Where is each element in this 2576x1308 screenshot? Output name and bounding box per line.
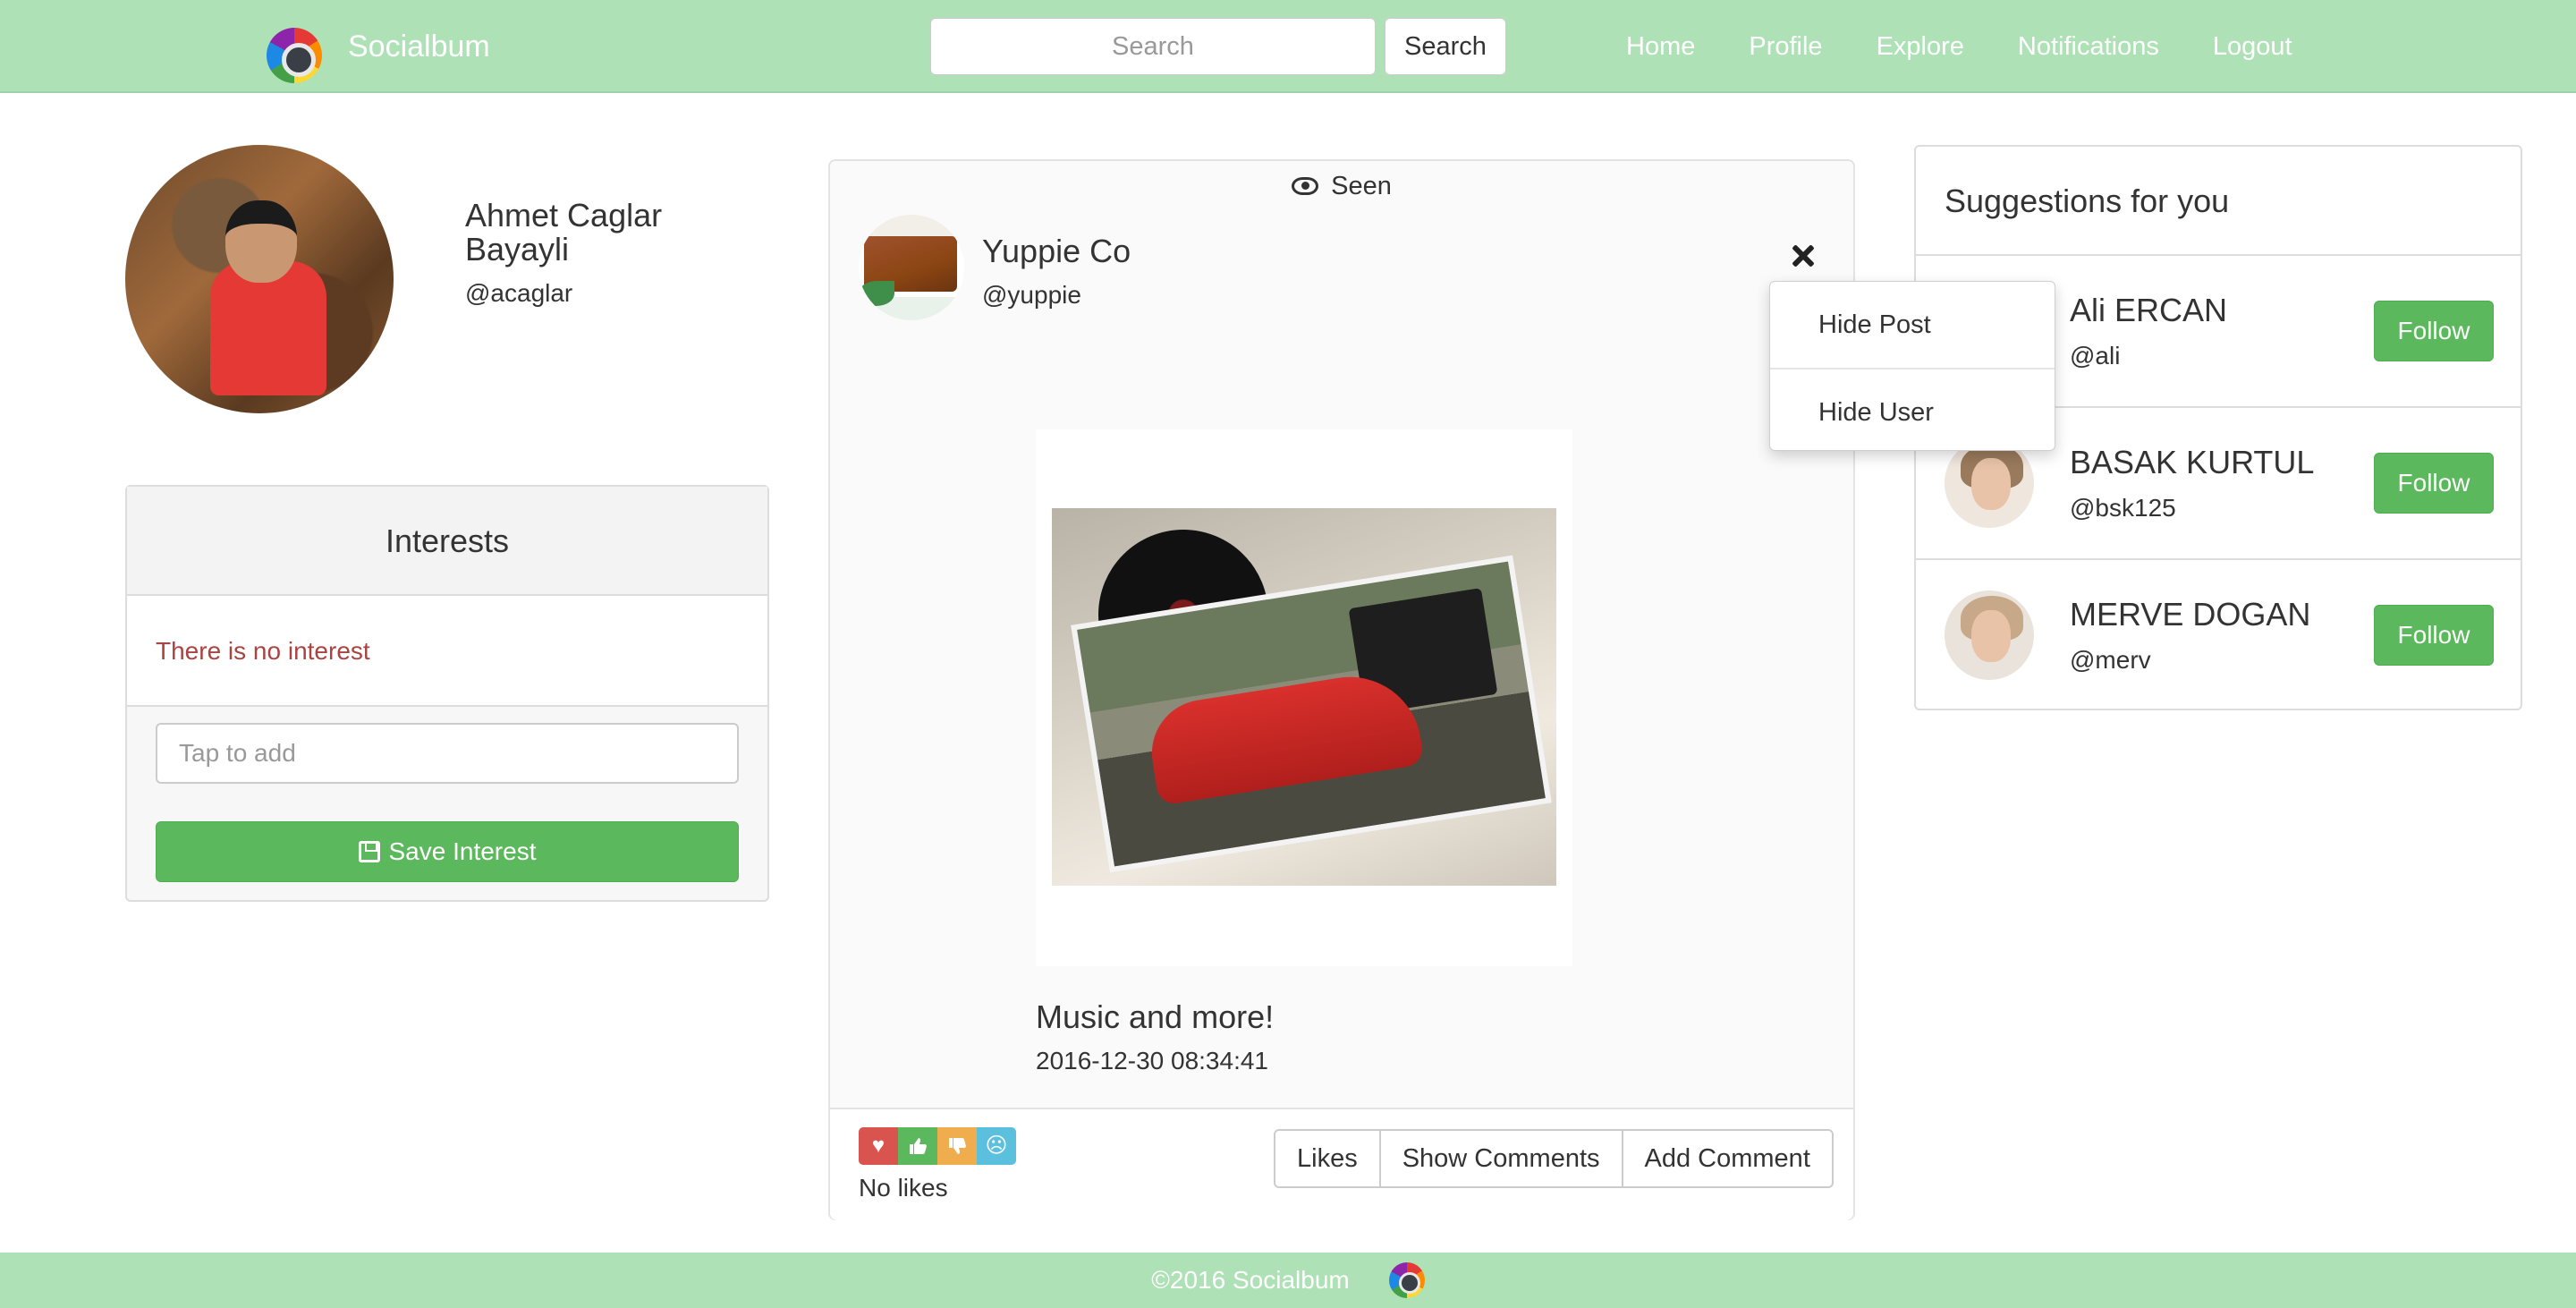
suggestion-handle: @merv bbox=[2070, 646, 2151, 674]
footer-logo-icon bbox=[1388, 1262, 1425, 1298]
thumbs-up-glyph bbox=[910, 1138, 927, 1154]
save-interest-button[interactable]: Save Interest bbox=[156, 821, 739, 882]
profile-name: Ahmet Caglar Bayayli bbox=[465, 197, 663, 268]
add-comment-button[interactable]: Add Comment bbox=[1621, 1129, 1834, 1188]
navbar: Socialbum Search Home Profile Explore No… bbox=[0, 0, 2576, 93]
post-card: Seen Yuppie Co @yuppie Music and more! 2… bbox=[828, 159, 1855, 1220]
likes-button[interactable]: Likes bbox=[1274, 1129, 1381, 1188]
hide-user-item[interactable]: Hide User bbox=[1770, 369, 2055, 455]
reaction-buttons: ♥ ☹ bbox=[859, 1127, 1016, 1165]
thumbs-down-icon[interactable] bbox=[937, 1127, 977, 1165]
likes-count: No likes bbox=[859, 1174, 948, 1202]
follow-button[interactable]: Follow bbox=[2374, 301, 2494, 361]
avatar-head bbox=[225, 200, 297, 283]
eye-icon bbox=[1292, 177, 1319, 195]
seen-indicator: Seen bbox=[830, 166, 1853, 206]
post-image[interactable] bbox=[1052, 508, 1556, 886]
seen-label: Seen bbox=[1331, 172, 1392, 200]
follow-button[interactable]: Follow bbox=[2374, 605, 2494, 666]
floppy-disk-icon bbox=[358, 841, 380, 862]
suggestion-name[interactable]: MERVE DOGAN bbox=[2070, 596, 2310, 633]
post-actions: Likes Show Comments Add Comment bbox=[1274, 1129, 1834, 1188]
nav-link-notifications[interactable]: Notifications bbox=[2018, 27, 2159, 66]
avatar-face bbox=[1971, 610, 2011, 662]
poster-name[interactable]: Yuppie Co bbox=[982, 233, 1131, 270]
nav-link-profile[interactable]: Profile bbox=[1749, 27, 1822, 66]
heart-icon[interactable]: ♥ bbox=[859, 1127, 898, 1165]
interest-input[interactable] bbox=[156, 723, 739, 784]
poster-handle: @yuppie bbox=[982, 281, 1081, 309]
suggestion-handle: @ali bbox=[2070, 342, 2121, 369]
poster-avatar[interactable] bbox=[859, 215, 964, 320]
post-date: 2016-12-30 08:34:41 bbox=[1036, 1047, 1268, 1074]
suggestion-item: MERVE DOGAN @merv Follow bbox=[1916, 560, 2521, 712]
profile-avatar[interactable] bbox=[125, 145, 394, 413]
search-input[interactable] bbox=[930, 18, 1376, 75]
sad-face-icon[interactable]: ☹ bbox=[977, 1127, 1016, 1165]
nav-link-logout[interactable]: Logout bbox=[2213, 27, 2292, 66]
nav-links: Home Profile Explore Notifications Logou… bbox=[1626, 27, 2346, 66]
suggestion-handle: @bsk125 bbox=[2070, 494, 2176, 522]
footer: ©2016 Socialbum bbox=[0, 1253, 2576, 1308]
nav-link-home[interactable]: Home bbox=[1626, 27, 1695, 66]
suggestion-name[interactable]: Ali ERCAN bbox=[2070, 292, 2227, 329]
thumbs-up-icon[interactable] bbox=[898, 1127, 937, 1165]
post-title: Music and more! bbox=[1036, 998, 1275, 1035]
suggestion-name[interactable]: BASAK KURTUL bbox=[2070, 444, 2314, 481]
nav-link-explore[interactable]: Explore bbox=[1877, 27, 1964, 66]
close-icon[interactable] bbox=[1791, 243, 1816, 268]
profile-handle: @acaglar bbox=[465, 279, 573, 307]
suggestions-heading: Suggestions for you bbox=[1916, 147, 2521, 256]
suggestion-avatar[interactable] bbox=[1945, 590, 2034, 680]
leaf-image bbox=[859, 281, 894, 306]
search-button[interactable]: Search bbox=[1385, 18, 1506, 75]
hide-post-item[interactable]: Hide Post bbox=[1770, 282, 2055, 368]
show-comments-button[interactable]: Show Comments bbox=[1378, 1129, 1623, 1188]
follow-button[interactable]: Follow bbox=[2374, 453, 2494, 514]
interests-heading: Interests bbox=[127, 487, 767, 596]
save-interest-label: Save Interest bbox=[388, 837, 537, 865]
avatar-face bbox=[1971, 458, 2011, 510]
interests-panel: Interests There is no interest Save Inte… bbox=[125, 485, 769, 902]
post-image-frame bbox=[1036, 429, 1572, 966]
thumbs-down-glyph bbox=[949, 1138, 966, 1154]
post-footer: ♥ ☹ No likes Likes Show Comments Add Com… bbox=[830, 1108, 1853, 1220]
interests-empty-message: There is no interest bbox=[127, 596, 767, 707]
brand-name[interactable]: Socialbum bbox=[348, 27, 490, 66]
footer-copyright: ©2016 Socialbum bbox=[1151, 1266, 1350, 1294]
brand-logo-icon[interactable] bbox=[267, 28, 322, 83]
post-options-menu: Hide Post Hide User bbox=[1769, 281, 2055, 451]
